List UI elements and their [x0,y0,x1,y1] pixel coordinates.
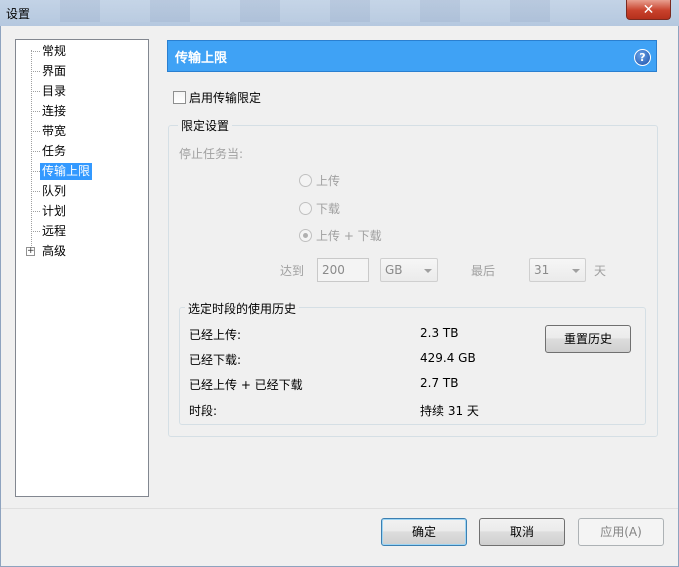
chevron-down-icon [572,269,580,273]
total-value: 2.7 TB [420,376,459,390]
title-bar-background [60,0,580,22]
reset-history-button[interactable]: 重置历史 [545,325,631,353]
tree-item-advanced[interactable]: 高级 [40,243,68,260]
days-select[interactable]: 31 [529,258,586,282]
help-icon[interactable]: ? [634,49,651,66]
amount-input[interactable]: 200 [317,258,369,282]
tree-item-tasks[interactable]: 任务 [40,143,68,160]
uploaded-label: 已经上传: [189,328,242,342]
tree-item-remote[interactable]: 远程 [40,223,68,240]
unit-select[interactable]: GB [380,258,438,282]
period-value: 持续 31 天 [420,404,479,418]
window-title: 设置 [6,7,31,21]
tree-connector [31,131,40,132]
expand-advanced-icon[interactable]: + [26,247,35,256]
tree-item-connection[interactable]: 连接 [40,103,68,120]
reach-label: 达到 [280,264,305,278]
enable-cap-checkbox[interactable] [173,91,186,104]
cancel-button[interactable]: 取消 [479,518,565,546]
ok-button[interactable]: 确定 [381,518,467,546]
tree-connector [31,211,40,212]
upload-download-radio[interactable] [299,229,312,242]
upload-radio[interactable] [299,174,312,187]
tree-connector [31,91,40,92]
tree-item-scheduler[interactable]: 计划 [40,203,68,220]
history-title: 选定时段的使用历史 [185,300,300,317]
page-header: 传输上限 ? [167,40,657,72]
footer-divider [1,508,678,509]
enable-cap-label[interactable]: 启用传输限定 [189,89,261,106]
download-radio-label[interactable]: 下载 [316,200,340,217]
close-button[interactable]: ✕ [626,0,671,20]
tree-item-queue[interactable]: 队列 [40,183,68,200]
stop-when-label: 停止任务当: [179,147,244,161]
title-bar: 设置 ✕ [0,0,679,26]
tree-connector [31,51,40,52]
tree-connector [31,191,40,192]
last-label: 最后 [471,264,496,278]
dialog-body: 常规 界面 目录 连接 带宽 任务 传输上限 队列 计划 远程 + 高级 传输上… [0,26,679,567]
tree-connector [31,111,40,112]
downloaded-label: 已经下载: [189,353,242,367]
tree-item-bandwidth[interactable]: 带宽 [40,123,68,140]
upload-download-radio-label[interactable]: 上传 + 下载 [316,227,382,244]
total-label: 已经上传 + 已经下载 [189,378,303,392]
tree-item-directories[interactable]: 目录 [40,83,68,100]
apply-button[interactable]: 应用(A) [578,518,664,546]
tree-connector [31,151,40,152]
tree-connector [31,231,40,232]
tree-item-transfer-cap[interactable]: 传输上限 [40,163,93,180]
chevron-down-icon [424,269,432,273]
page-title: 传输上限 [175,51,228,66]
download-radio[interactable] [299,202,312,215]
downloaded-value: 429.4 GB [420,351,476,365]
close-icon: ✕ [642,1,655,18]
tree-item-general[interactable]: 常规 [40,43,68,60]
days-select-value: 31 [534,263,550,277]
unit-select-value: GB [385,263,403,277]
limit-settings-title: 限定设置 [178,117,233,134]
period-label: 时段: [189,404,218,418]
tree-connector [31,71,40,72]
tree-item-interface[interactable]: 界面 [40,63,68,80]
days-unit-label: 天 [594,264,607,278]
settings-tree[interactable]: 常规 界面 目录 连接 带宽 任务 传输上限 队列 计划 远程 + 高级 [15,39,149,497]
tree-connector [31,171,40,172]
upload-radio-label[interactable]: 上传 [316,172,340,189]
uploaded-value: 2.3 TB [420,326,459,340]
